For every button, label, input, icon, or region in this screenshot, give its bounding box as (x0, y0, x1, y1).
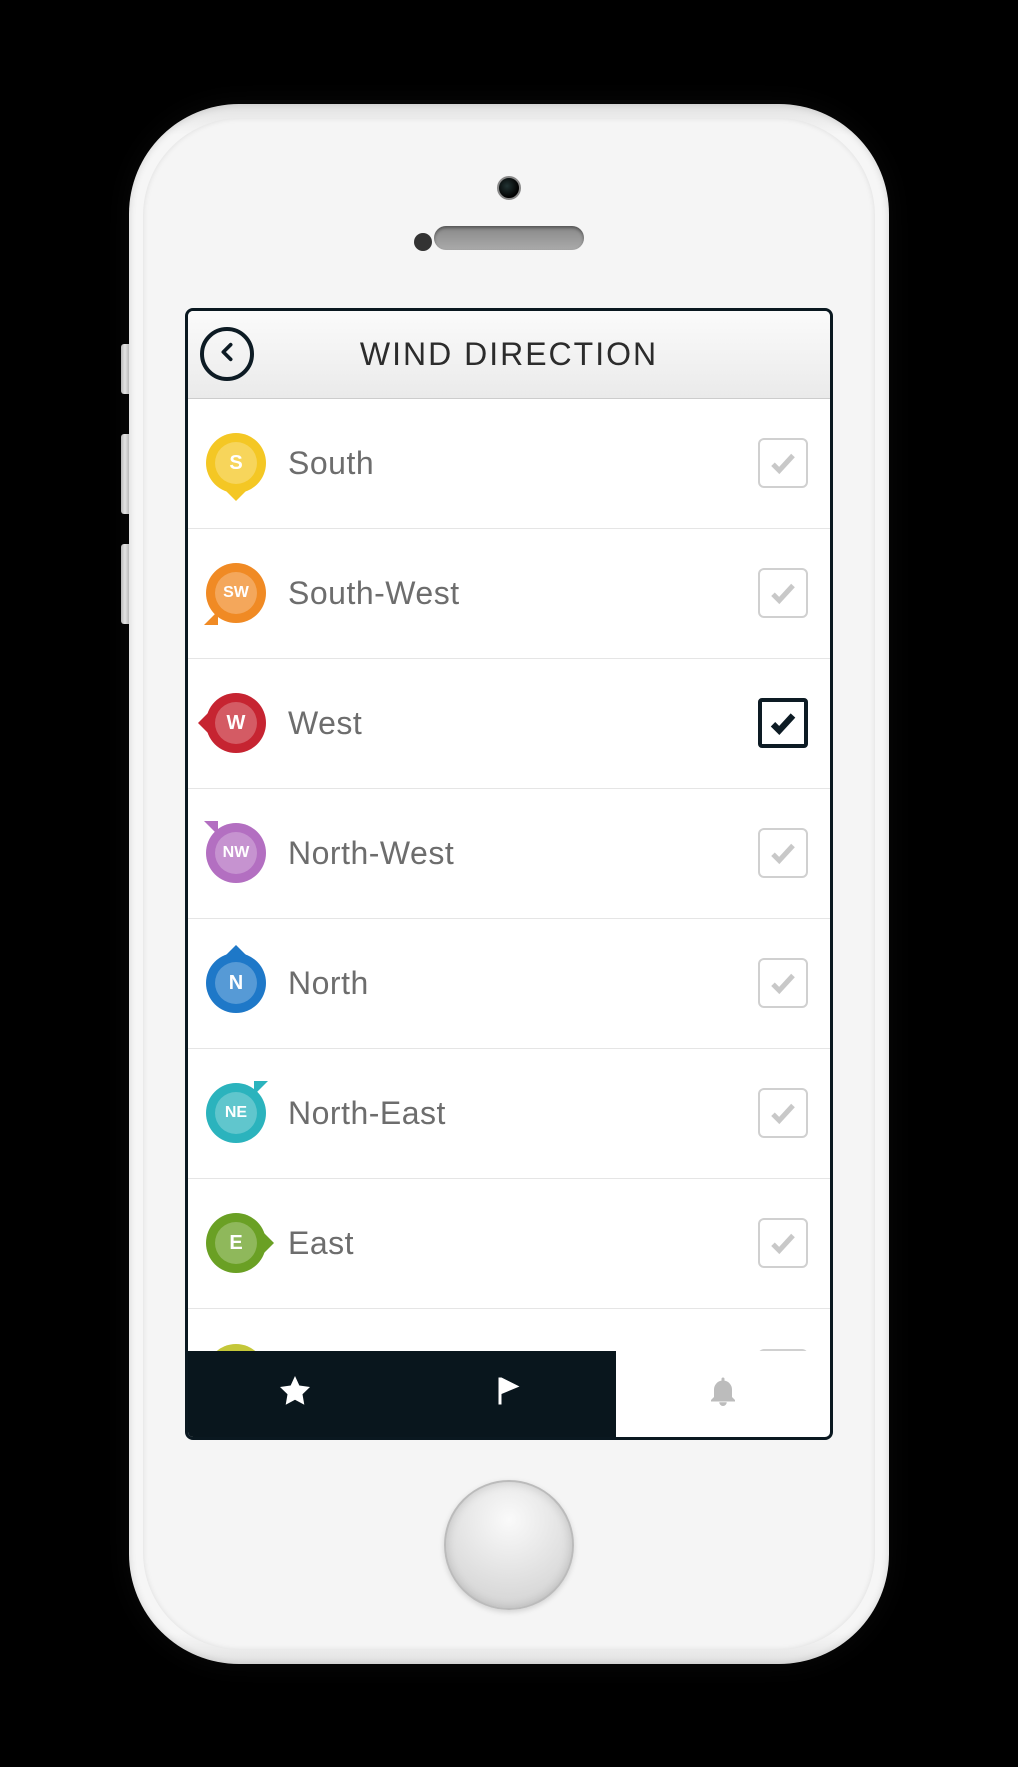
pointer-icon (226, 945, 246, 955)
direction-checkbox-ne[interactable] (758, 1088, 808, 1138)
direction-row-e[interactable]: E East (188, 1179, 830, 1309)
volume-up-button (121, 434, 129, 514)
direction-abbr: S (215, 442, 257, 484)
mute-switch (121, 344, 129, 394)
back-button[interactable] (200, 327, 254, 381)
direction-row-w[interactable]: W West (188, 659, 830, 789)
direction-label: South (288, 445, 758, 482)
volume-down-button (121, 544, 129, 624)
direction-abbr: NE (215, 1092, 257, 1134)
chevron-left-icon (216, 338, 238, 371)
direction-row-s[interactable]: S South (188, 399, 830, 529)
page-title: WIND DIRECTION (188, 336, 830, 373)
earpiece-speaker (434, 226, 584, 250)
flag-icon (491, 1373, 527, 1414)
proximity-sensor (414, 233, 432, 251)
direction-row-ne[interactable]: NE North-East (188, 1049, 830, 1179)
direction-row-se[interactable]: SESouth-East (188, 1309, 830, 1351)
tab-bar (188, 1351, 830, 1437)
spots-tab[interactable] (402, 1351, 616, 1437)
direction-icon-ne: NE (206, 1083, 266, 1143)
home-button[interactable] (444, 1480, 574, 1610)
direction-label: South-West (288, 575, 758, 612)
direction-icon-n: N (206, 953, 266, 1013)
app-header: WIND DIRECTION (188, 311, 830, 399)
direction-row-sw[interactable]: SW South-West (188, 529, 830, 659)
direction-label: North-East (288, 1095, 758, 1132)
star-icon (277, 1373, 313, 1414)
app-screen: WIND DIRECTION SSouthSWSouth-WestWWestNW… (185, 308, 833, 1440)
bell-icon (705, 1373, 741, 1414)
direction-abbr: SW (215, 572, 257, 614)
favorites-tab[interactable] (188, 1351, 402, 1437)
direction-checkbox-sw[interactable] (758, 568, 808, 618)
direction-label: West (288, 705, 758, 742)
pointer-icon (264, 1233, 274, 1253)
direction-checkbox-nw[interactable] (758, 828, 808, 878)
pointer-icon (198, 713, 208, 733)
direction-icon-s: S (206, 433, 266, 493)
direction-abbr: NW (215, 832, 257, 874)
direction-icon-nw: NW (206, 823, 266, 883)
direction-label: North (288, 965, 758, 1002)
pointer-icon (204, 821, 218, 835)
direction-label: East (288, 1225, 758, 1262)
direction-icon-sw: SW (206, 563, 266, 623)
direction-icon-w: W (206, 693, 266, 753)
direction-checkbox-s[interactable] (758, 438, 808, 488)
direction-abbr: E (215, 1222, 257, 1264)
direction-abbr: N (215, 962, 257, 1004)
direction-icon-se: SE (206, 1344, 266, 1351)
direction-checkbox-e[interactable] (758, 1218, 808, 1268)
direction-row-n[interactable]: N North (188, 919, 830, 1049)
direction-abbr: W (215, 702, 257, 744)
direction-list: S South SW South-West W West NW North-West N Nort… (188, 399, 830, 1351)
phone-frame: WIND DIRECTION SSouthSWSouth-WestWWestNW… (129, 104, 889, 1664)
pointer-icon (204, 611, 218, 625)
front-camera (497, 176, 521, 200)
direction-checkbox-n[interactable] (758, 958, 808, 1008)
direction-label: North-West (288, 835, 758, 872)
direction-icon-e: E (206, 1213, 266, 1273)
pointer-icon (254, 1081, 268, 1095)
alerts-tab[interactable] (616, 1351, 830, 1437)
direction-checkbox-w[interactable] (758, 698, 808, 748)
direction-row-nw[interactable]: NW North-West (188, 789, 830, 919)
pointer-icon (226, 491, 246, 501)
